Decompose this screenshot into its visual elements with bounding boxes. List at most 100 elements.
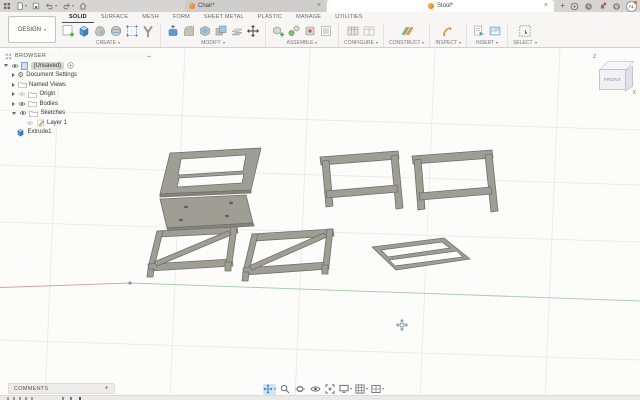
zoom-window-button[interactable] [279, 384, 291, 395]
construction-plane-button[interactable] [400, 24, 414, 38]
close-tab-icon[interactable]: × [544, 2, 548, 9]
group-label-assemble[interactable]: ASSEMBLE [287, 40, 318, 46]
eye-icon[interactable] [19, 110, 27, 116]
chevron-right-icon[interactable] [12, 92, 15, 97]
add-comment-icon[interactable]: + [105, 385, 109, 392]
tree-row-sketches[interactable]: Sketches [2, 109, 154, 119]
fit-button[interactable] [324, 384, 336, 395]
group-label-construct[interactable]: CONSTRUCT [389, 40, 425, 46]
group-label-insert[interactable]: INSERT [476, 40, 499, 46]
collapse-panel-icon[interactable]: – [147, 53, 151, 60]
data-panel-button[interactable] [3, 2, 11, 10]
view-cube-right-face[interactable] [625, 64, 633, 92]
viewports-button[interactable] [371, 384, 384, 395]
body-seat-plate[interactable] [159, 194, 255, 232]
eye-off-icon[interactable] [18, 91, 26, 97]
joint-button[interactable] [287, 24, 301, 38]
new-tab-button[interactable]: + [560, 2, 565, 10]
insert-derive-button[interactable] [472, 24, 486, 38]
tab-solid[interactable]: SOLID [62, 12, 94, 23]
tree-row-extrude1[interactable]: Extrude1 [2, 128, 154, 138]
offset-face-button[interactable] [230, 24, 244, 38]
press-pull-button[interactable] [166, 24, 180, 38]
orbit-button[interactable] [294, 384, 306, 395]
timeline-play-control[interactable] [25, 396, 27, 400]
tree-row-document-settings[interactable]: ⚙ Document Settings [2, 71, 154, 81]
file-menu-button[interactable] [16, 2, 27, 10]
tree-row-bodies[interactable]: Bodies [2, 99, 154, 109]
redo-button[interactable] [62, 2, 74, 10]
body-side-frame-left[interactable] [319, 150, 404, 210]
create-sketch-button[interactable] [61, 24, 75, 38]
tab-plastic[interactable]: PLASTIC [251, 12, 289, 23]
document-tab-stool[interactable]: Stool* × [327, 0, 554, 12]
shell-button[interactable] [198, 24, 212, 38]
timeline-position-marker[interactable] [79, 396, 81, 400]
timeline-play-control[interactable] [13, 396, 15, 400]
timeline-extrude-feature[interactable] [70, 396, 72, 400]
user-avatar[interactable]: AL [626, 0, 637, 12]
workspace-switcher[interactable]: DESIGN [8, 16, 56, 43]
group-label-inspect[interactable]: INSPECT [435, 40, 462, 46]
close-tab-icon[interactable]: × [317, 2, 321, 9]
view-cube[interactable]: Z FRONT X [592, 54, 638, 102]
timeline-play-control[interactable] [7, 396, 9, 400]
pan-button[interactable] [263, 383, 276, 395]
chevron-right-icon[interactable] [12, 73, 15, 78]
tab-manage[interactable]: MANAGE [289, 12, 328, 23]
look-at-button[interactable] [309, 384, 321, 395]
group-label-create[interactable]: CREATE [96, 40, 120, 46]
form-button[interactable] [93, 24, 107, 38]
joint-origin-button[interactable] [303, 24, 317, 38]
save-button[interactable] [32, 2, 40, 10]
box-select-sketch-button[interactable] [125, 24, 139, 38]
timeline-sketch-feature[interactable] [62, 396, 64, 400]
chevron-down-icon[interactable] [12, 111, 16, 115]
tree-row-named-views[interactable]: Named Views [2, 80, 154, 90]
help-icon[interactable] [612, 2, 621, 11]
pipe-button[interactable] [141, 24, 155, 38]
timeline-bar[interactable] [0, 395, 640, 400]
configuration-table-button[interactable] [362, 24, 376, 38]
tab-utilities[interactable]: UTILITIES [328, 12, 369, 23]
configuration-button[interactable] [346, 24, 360, 38]
move-copy-button[interactable] [246, 24, 260, 38]
tab-form[interactable]: FORM [166, 12, 197, 23]
insert-canvas-button[interactable] [488, 24, 502, 38]
eye-icon[interactable] [18, 101, 26, 107]
measure-button[interactable] [441, 24, 455, 38]
undo-button[interactable] [45, 2, 57, 10]
display-settings-button[interactable] [339, 384, 352, 395]
new-component-button[interactable] [271, 24, 285, 38]
body-flat-frame[interactable] [371, 237, 471, 271]
tab-mesh[interactable]: MESH [135, 12, 166, 23]
tree-row-origin[interactable]: Origin [2, 90, 154, 100]
notifications-icon[interactable] [598, 2, 607, 11]
select-button[interactable] [518, 24, 532, 38]
timeline-play-control[interactable] [19, 396, 21, 400]
chevron-down-icon[interactable] [4, 64, 8, 68]
comments-bar[interactable]: COMMENTS + [8, 383, 115, 394]
chevron-right-icon[interactable] [12, 82, 15, 87]
body-side-frame-right[interactable] [411, 149, 499, 213]
home-button[interactable] [79, 2, 87, 10]
grid-and-snaps-button[interactable] [355, 384, 368, 395]
group-label-modify[interactable]: MODIFY [201, 40, 225, 46]
eye-icon[interactable] [11, 63, 19, 69]
motion-study-button[interactable] [319, 24, 333, 38]
tab-surface[interactable]: SURFACE [94, 12, 135, 23]
tab-sheet-metal[interactable]: SHEET METAL [197, 12, 251, 23]
component-color-swatch-icon[interactable] [67, 62, 74, 69]
group-label-configure[interactable]: CONFIGURE [344, 40, 378, 46]
body-brace-frame-left[interactable] [146, 226, 239, 278]
fillet-button[interactable] [182, 24, 196, 38]
tree-row-root[interactable]: (Unsaved) [2, 61, 154, 71]
chevron-right-icon[interactable] [12, 101, 15, 106]
view-cube-front-face[interactable]: FRONT [599, 69, 626, 90]
eye-off-icon[interactable] [26, 120, 34, 126]
extensions-icon[interactable] [570, 2, 579, 11]
browser-header[interactable]: BROWSER – [2, 51, 154, 61]
origin-point[interactable] [128, 281, 132, 285]
viewport-3d[interactable]: BROWSER – (Unsaved) ⚙ Document Settings … [0, 48, 640, 400]
combine-button[interactable] [214, 24, 228, 38]
